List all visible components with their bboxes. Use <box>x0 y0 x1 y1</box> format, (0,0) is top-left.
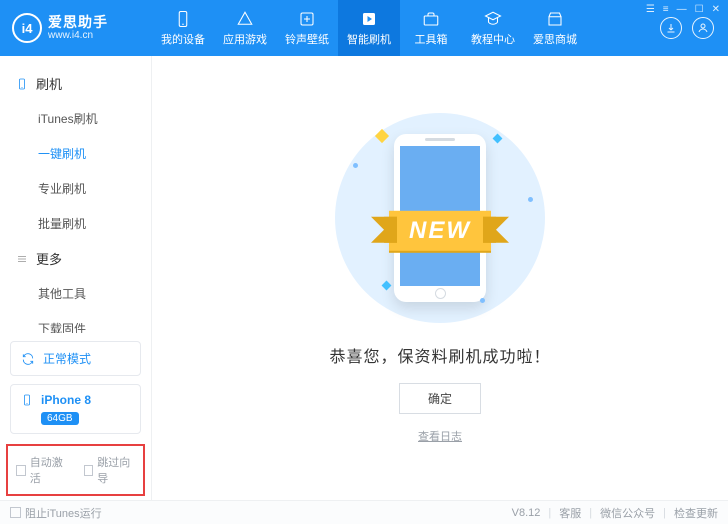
brand-name: 爱思助手 <box>48 14 108 30</box>
footer: 阻止iTunes运行 V8.12 |客服|微信公众号|检查更新 <box>0 500 728 524</box>
apps-icon <box>235 10 255 28</box>
sidebar-item[interactable]: 一键刷机 <box>0 136 151 171</box>
nav-label: 教程中心 <box>471 31 515 47</box>
sidebar-item[interactable]: iTunes刷机 <box>0 101 151 136</box>
sidebar-item[interactable]: 专业刷机 <box>0 171 151 206</box>
tutorial-icon <box>483 10 503 28</box>
nav: 我的设备 应用游戏 铃声壁纸 智能刷机 工具箱 教程中心 爱思商城 <box>152 0 654 56</box>
main-pane: NEW 恭喜您，保资料刷机成功啦！ 确定 查看日志 <box>152 56 728 500</box>
sparkle-icon <box>382 280 392 290</box>
window-control[interactable]: ≡ <box>663 4 669 15</box>
window-control[interactable]: — <box>677 4 687 15</box>
nav-label: 我的设备 <box>161 31 205 47</box>
store-icon <box>545 10 565 28</box>
phone-icon <box>16 78 28 90</box>
sidebar: 刷机iTunes刷机一键刷机专业刷机批量刷机更多其他工具下载固件高级功能 正常模… <box>0 56 152 500</box>
window-control[interactable]: ☐ <box>695 4 704 15</box>
nav-label: 应用游戏 <box>223 31 267 47</box>
mode-box[interactable]: 正常模式 <box>10 341 141 376</box>
download-icon[interactable] <box>660 17 682 39</box>
window-control[interactable]: ✕ <box>712 4 720 15</box>
sidebar-group-header[interactable]: 刷机 <box>0 66 151 101</box>
phone-icon <box>21 393 33 407</box>
success-illustration: NEW <box>335 113 545 323</box>
device-name: iPhone 8 <box>41 393 91 407</box>
sidebar-group-title: 更多 <box>36 249 62 268</box>
sidebar-group-title: 刷机 <box>36 74 62 93</box>
version-label: V8.12 <box>512 507 541 519</box>
sidebar-item[interactable]: 批量刷机 <box>0 206 151 241</box>
new-ribbon: NEW <box>389 210 491 250</box>
sparkle-icon <box>375 128 389 142</box>
logo-icon: i4 <box>12 13 42 43</box>
footer-link[interactable]: 检查更新 <box>674 505 718 521</box>
ok-button[interactable]: 确定 <box>399 383 481 414</box>
success-message: 恭喜您，保资料刷机成功啦！ <box>329 343 550 367</box>
logo-zone: i4 爱思助手 www.i4.cn <box>0 0 152 56</box>
view-log-link[interactable]: 查看日志 <box>418 428 462 444</box>
header: i4 爱思助手 www.i4.cn 我的设备 应用游戏 铃声壁纸 智能刷机 工具箱 教程中… <box>0 0 728 56</box>
nav-label: 工具箱 <box>415 31 448 47</box>
nav-label: 智能刷机 <box>347 31 391 47</box>
window-control[interactable]: ☰ <box>646 4 655 15</box>
refresh-icon <box>21 352 35 366</box>
block-itunes-checkbox[interactable]: 阻止iTunes运行 <box>10 505 102 521</box>
option-checkbox[interactable]: 自动激活 <box>16 454 68 486</box>
highlighted-options: 自动激活跳过向导 <box>6 444 145 496</box>
storage-badge: 64GB <box>41 412 79 425</box>
media-icon <box>297 10 317 28</box>
option-label: 自动激活 <box>30 454 68 486</box>
toolbox-icon <box>421 10 441 28</box>
option-checkbox[interactable]: 跳过向导 <box>84 454 136 486</box>
sidebar-item[interactable]: 下载固件 <box>0 311 151 333</box>
menu-icon <box>16 253 28 265</box>
sidebar-item[interactable]: 其他工具 <box>0 276 151 311</box>
device-icon <box>173 10 193 28</box>
nav-device[interactable]: 我的设备 <box>152 0 214 56</box>
window-controls: ☰ ≡ — ☐ ✕ <box>646 4 720 15</box>
nav-apps[interactable]: 应用游戏 <box>214 0 276 56</box>
nav-media[interactable]: 铃声壁纸 <box>276 0 338 56</box>
device-box[interactable]: iPhone 8 64GB <box>10 384 141 434</box>
footer-link[interactable]: 客服 <box>559 505 581 521</box>
dot-icon <box>480 298 485 303</box>
block-itunes-label: 阻止iTunes运行 <box>25 505 102 521</box>
flash-icon <box>359 10 379 28</box>
footer-link[interactable]: 微信公众号 <box>600 505 655 521</box>
sidebar-group-header[interactable]: 更多 <box>0 241 151 276</box>
mode-label: 正常模式 <box>43 350 91 367</box>
nav-store[interactable]: 爱思商城 <box>524 0 586 56</box>
user-icon[interactable] <box>692 17 714 39</box>
nav-label: 爱思商城 <box>533 31 577 47</box>
sparkle-icon <box>493 133 503 143</box>
option-label: 跳过向导 <box>97 454 135 486</box>
dot-icon <box>528 197 533 202</box>
nav-toolbox[interactable]: 工具箱 <box>400 0 462 56</box>
nav-flash[interactable]: 智能刷机 <box>338 0 400 56</box>
nav-tutorial[interactable]: 教程中心 <box>462 0 524 56</box>
dot-icon <box>353 163 358 168</box>
nav-label: 铃声壁纸 <box>285 31 329 47</box>
brand-url: www.i4.cn <box>48 30 108 42</box>
